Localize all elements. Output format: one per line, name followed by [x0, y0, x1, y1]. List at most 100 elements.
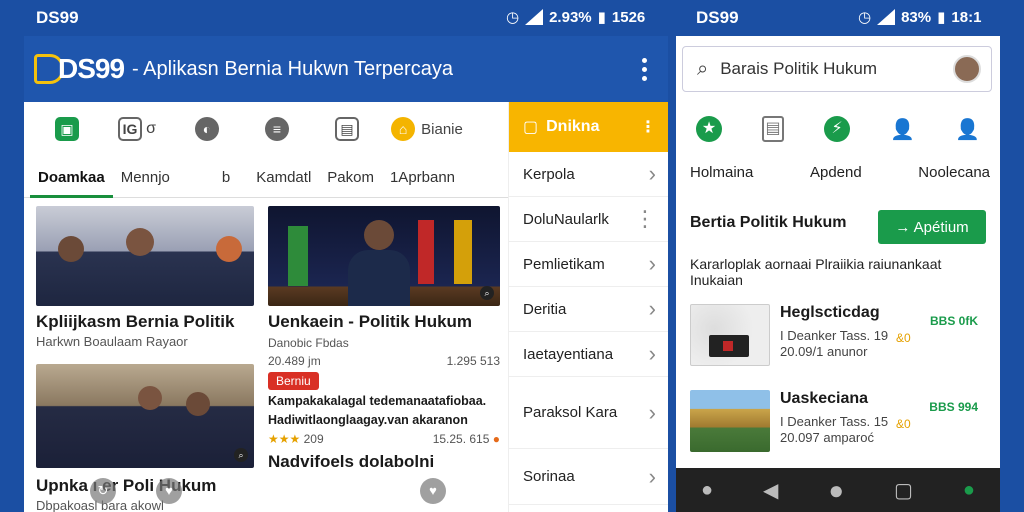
menu-item-label: DoluNaularlk: [523, 210, 609, 228]
news-desc-line: Hadiwitlaonglaagay.van akaranon: [268, 413, 468, 427]
photo-icon: IG: [118, 117, 143, 141]
zoom-icon[interactable]: ⌕: [480, 286, 494, 300]
clock-icon: ◷: [506, 9, 520, 26]
menu-header[interactable]: ▢ Dnikna ⋮: [509, 102, 668, 152]
menu-header-label: Dnikna: [546, 118, 600, 135]
news-card[interactable]: ⌕ Upnka ı er Poli Hukum Dbpakoasl bara a…: [36, 364, 270, 512]
list-item[interactable]: Uaskeciana I Deanker Tass. 15 20.097 amp…: [690, 390, 990, 456]
list-subtitle-line: 20.097 amparoć: [780, 430, 874, 445]
overflow-menu-icon[interactable]: ⋮: [640, 117, 656, 137]
main-content: ▣ IG σ ◐ ≡ ▤ ⌂ Bianie Doamkaa Mennjo b K…: [24, 102, 508, 512]
right-panel: ⌕ Barais Politik Hukum ★ ▤ ⚡ 👤 👤 Holmain…: [676, 36, 1000, 512]
news-title: Kpliijkasm Bernia Politik: [36, 312, 235, 331]
recents-icon[interactable]: ▢: [894, 478, 913, 503]
tab-apdend[interactable]: Apdend: [810, 164, 862, 181]
chevron-right-icon: ›: [648, 296, 656, 321]
tab-mennjo[interactable]: Mennjo: [113, 169, 178, 186]
add-user-icon[interactable]: 👤: [890, 117, 915, 142]
status-brand-left: DS99: [36, 8, 79, 27]
category-briefcase[interactable]: ▣: [32, 117, 102, 141]
tab-kamdatl[interactable]: Kamdatl: [248, 169, 319, 186]
chevron-right-icon: ›: [648, 161, 656, 186]
search-icon: ⌕: [697, 57, 709, 80]
list-thumbnail: [690, 390, 770, 452]
category-globe[interactable]: ◐: [172, 117, 242, 141]
menu-item-label: Paraksol Kara: [523, 404, 618, 421]
home-icon[interactable]: ●: [828, 475, 844, 506]
category-icon-row: ▣ IG σ ◐ ≡ ▤ ⌂ Bianie: [24, 102, 508, 156]
chevron-right-icon: ›: [648, 463, 656, 489]
category-shield[interactable]: ⌂ Bianie: [382, 117, 472, 141]
menu-item[interactable]: Kerpola ›: [509, 152, 668, 197]
section-description: Kararloplak aornaai Plraiikia raiunankaa…: [690, 256, 942, 288]
menu-item[interactable]: Iaetayentiana ›: [509, 332, 668, 377]
favorite-icon[interactable]: ●: [493, 432, 500, 446]
list-subtitle: I Deanker Tass. 19 20.09/1 anunor: [780, 328, 910, 360]
list-subtitle: I Deanker Tass. 15 20.097 amparoć: [780, 414, 910, 446]
share-icon[interactable]: ↻: [90, 478, 116, 504]
list-subtitle-line: I Deanker Tass. 19: [780, 328, 889, 343]
tab-aprbann[interactable]: 1Aprbann: [382, 169, 463, 186]
bookmark-icon[interactable]: ♥: [420, 478, 446, 504]
menu-item[interactable]: Deritia ›: [509, 287, 668, 332]
search-bar[interactable]: ⌕ Barais Politik Hukum: [682, 46, 992, 92]
tab-holmaina[interactable]: Holmaina: [690, 164, 753, 181]
status-time: 1526: [611, 8, 646, 26]
profile-icon[interactable]: 👤: [955, 117, 980, 142]
status-icons-right: ◷ 83% ▮ 18:1: [858, 8, 981, 27]
list-item[interactable]: Heglscticdag I Deanker Tass. 19 20.09/1 …: [690, 304, 990, 370]
news-thumbnail: [36, 206, 254, 306]
lightning-icon[interactable]: ⚡: [824, 116, 851, 142]
category-chat[interactable]: ≡: [242, 117, 312, 141]
menu-item[interactable]: Sorinaa ›: [509, 449, 668, 505]
overflow-menu-icon[interactable]: [642, 58, 648, 85]
bookmark-icon: ▢: [523, 119, 539, 136]
rating-stars: ★★★: [268, 432, 301, 446]
status-bar: DS99 ◷ 2.93% ▮ 1526 DS99 ◷ 83% ▮ 18:1: [0, 0, 1024, 36]
briefcase-icon: ▣: [55, 117, 79, 141]
person-icon[interactable]: ●: [701, 479, 713, 502]
signal-icon: [525, 9, 544, 25]
news-card[interactable]: ⌕ Uenkaein - Politik Hukum Danobic Fbdas…: [268, 206, 502, 472]
menu-item-label: Kerpola: [523, 165, 575, 183]
tab-pakom[interactable]: Pakom: [319, 169, 382, 186]
category-photo[interactable]: IG σ: [102, 117, 172, 141]
list-title: Heglscticdag: [780, 304, 880, 321]
chevron-right-icon: ›: [648, 341, 656, 366]
news-views: 1.295 513: [446, 354, 500, 368]
logo-text: DS99: [58, 53, 125, 84]
menu-item[interactable]: DoluNaularlk ⋮: [509, 197, 668, 242]
quick-icon-row: ★ ▤ ⚡ 👤 👤: [676, 108, 1000, 150]
like-icon[interactable]: ♥: [156, 478, 182, 504]
app-logo: DS99: [34, 53, 125, 85]
status-icons-left: ◷ 2.93% ▮ 1526: [506, 8, 646, 27]
action-button[interactable]: → Apétium: [878, 210, 986, 244]
search-input[interactable]: Barais Politik Hukum: [720, 59, 877, 79]
tab-doamkaa[interactable]: Doamkaa: [30, 158, 113, 198]
tab-b[interactable]: b: [214, 169, 238, 186]
list-subtitle-line: I Deanker Tass. 15: [780, 414, 889, 429]
profile-icon[interactable]: ●: [963, 479, 975, 502]
category-badge: Berniu: [268, 372, 319, 390]
signal-icon: [877, 9, 896, 25]
menu-item[interactable]: Paraksol Kara ›: [509, 377, 668, 449]
globe-icon: ◐: [195, 117, 219, 141]
news-title: Nadvifoels dolabolni: [268, 452, 435, 471]
status-brand-right: DS99: [696, 8, 739, 27]
list-price: BBS 0fK: [929, 314, 978, 328]
tab-noolecana[interactable]: Noolecana: [918, 164, 990, 181]
battery-icon: ▮: [937, 9, 946, 26]
clipboard-icon[interactable]: ▤: [762, 116, 785, 142]
list-flag: &0: [896, 417, 911, 431]
back-icon[interactable]: ◀: [763, 478, 778, 503]
menu-item-label: Deritia: [523, 300, 567, 318]
news-card[interactable]: Kpliijkasm Bernia Politik Harkwn Boaulaa…: [36, 206, 270, 349]
menu-item[interactable]: Pemlietikam ›: [509, 242, 668, 287]
list-thumbnail: [690, 304, 770, 366]
star-badge-icon[interactable]: ★: [696, 116, 723, 142]
news-meta-row: 20.489 jm 1.295 513: [268, 354, 500, 368]
zoom-icon[interactable]: ⌕: [234, 448, 248, 462]
news-thumbnail: ⌕: [268, 206, 500, 306]
category-document[interactable]: ▤: [312, 117, 382, 141]
avatar[interactable]: [953, 55, 981, 83]
